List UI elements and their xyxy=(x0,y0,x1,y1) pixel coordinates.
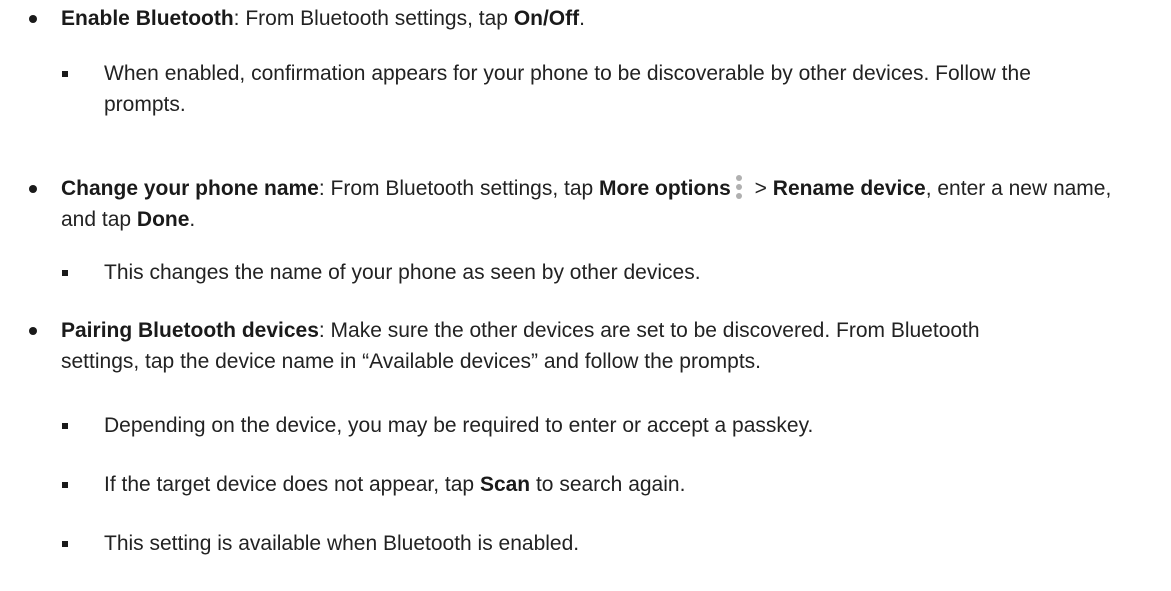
item-separator: > xyxy=(748,177,773,200)
bullet-dot xyxy=(29,185,37,193)
item-keyword: Done xyxy=(136,208,190,231)
sub-item-text: This setting is available when Bluetooth… xyxy=(104,532,580,555)
sub-item-keyword: Scan xyxy=(479,473,531,496)
item-keyword: More options xyxy=(599,177,731,200)
item-heading: Pairing Bluetooth devices xyxy=(61,319,319,342)
sub-item-text: If the target device does not appear, ta… xyxy=(104,469,1151,500)
sub-item-body: If the target device does not appear, ta… xyxy=(104,473,480,496)
item-keyword: Rename device xyxy=(772,177,926,200)
sub-item-text: This changes the name of your phone as s… xyxy=(104,261,701,284)
item-body: : From Bluetooth settings, tap xyxy=(318,177,600,200)
bullet-square xyxy=(62,423,68,429)
sub-item-text: When enabled, confirmation appears for y… xyxy=(104,62,1031,116)
bullet-dot xyxy=(29,327,37,335)
list-item-text: Change your phone name: From Bluetooth s… xyxy=(61,173,1151,235)
bullet-square xyxy=(62,270,68,276)
item-heading: Enable Bluetooth xyxy=(61,7,234,30)
more-options-icon xyxy=(733,175,745,199)
item-body: : From Bluetooth settings, tap xyxy=(233,7,514,30)
item-keyword: On/Off xyxy=(513,7,580,30)
item-heading: Change your phone name xyxy=(61,177,319,200)
bullet-square xyxy=(62,71,68,77)
item-end: . xyxy=(189,208,196,231)
item-end: . xyxy=(579,7,585,30)
bullet-dot xyxy=(29,15,37,23)
bullet-square xyxy=(62,541,68,547)
sub-item-text: Depending on the device, you may be requ… xyxy=(104,414,814,437)
bullet-square xyxy=(62,482,68,488)
sub-item-body: to search again. xyxy=(530,473,686,496)
list-item-text: Pairing Bluetooth devices: Make sure the… xyxy=(61,315,1061,377)
list-item-text: Enable Bluetooth: From Bluetooth setting… xyxy=(61,3,1151,34)
